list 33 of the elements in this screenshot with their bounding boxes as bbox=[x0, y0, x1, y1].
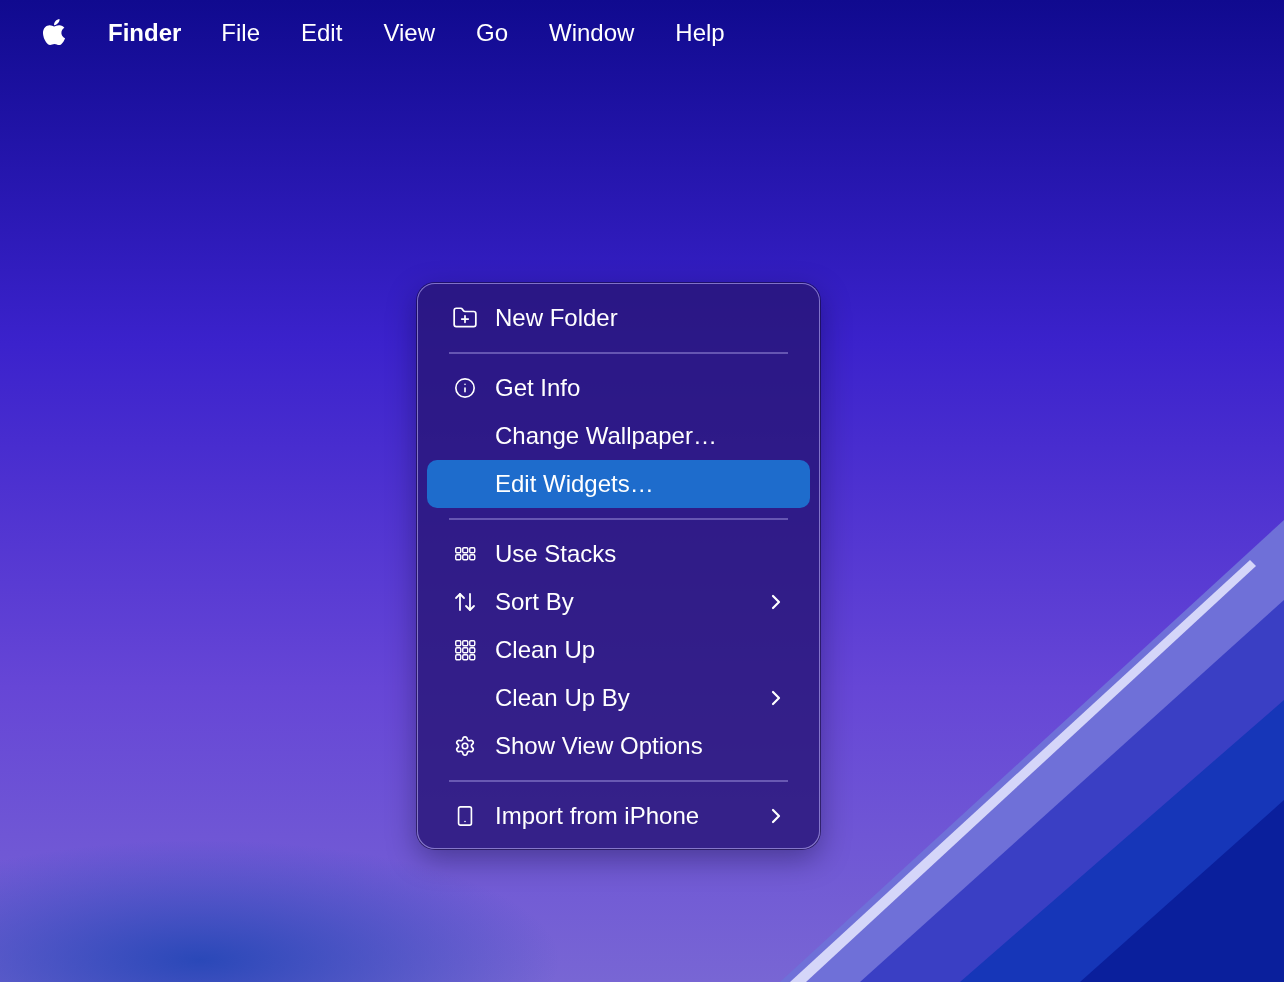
menu-item[interactable]: Use Stacks bbox=[427, 530, 810, 578]
menu-item-label: Change Wallpaper… bbox=[495, 422, 718, 450]
menu-item[interactable]: New Folder bbox=[427, 294, 810, 342]
stacks-icon bbox=[454, 547, 476, 561]
menu-item-label: Use Stacks bbox=[495, 540, 618, 568]
menu-item[interactable]: Sort By bbox=[427, 578, 810, 626]
menu-item[interactable]: Get Info bbox=[427, 364, 810, 412]
menu-item-label: Sort By bbox=[495, 588, 575, 616]
menu-item-label: Clean Up bbox=[495, 636, 597, 664]
menu-item-label: Show View Options bbox=[495, 732, 704, 760]
menu-item[interactable]: Import from iPhone bbox=[427, 792, 810, 840]
menu-item-label: Import from iPhone bbox=[495, 802, 701, 830]
menu-bar-item[interactable]: Window bbox=[549, 19, 635, 47]
menu-item-label: Edit Widgets… bbox=[495, 470, 655, 498]
menu-bar-item[interactable]: Help bbox=[675, 19, 725, 47]
grid-icon bbox=[454, 639, 476, 661]
sort-arrows-icon bbox=[453, 590, 477, 614]
menu-item[interactable]: Clean Up By bbox=[427, 674, 810, 722]
menu-item[interactable]: Show View Options bbox=[427, 722, 810, 770]
menu-item-label: Get Info bbox=[495, 374, 582, 402]
app-menu[interactable]: Finder bbox=[108, 19, 182, 47]
menu-item-label: New Folder bbox=[495, 304, 619, 332]
menu-item[interactable]: Clean Up bbox=[427, 626, 810, 674]
settings-icon bbox=[454, 735, 476, 757]
menu-bar-item[interactable]: Edit bbox=[301, 19, 343, 47]
menu-item-label: Clean Up By bbox=[495, 684, 631, 712]
menu-item[interactable]: Edit Widgets… bbox=[427, 460, 810, 508]
menu-bar-item[interactable]: Go bbox=[475, 19, 508, 47]
folder-plus-icon bbox=[452, 305, 478, 331]
info-icon bbox=[454, 377, 476, 399]
menu-item[interactable]: Change Wallpaper… bbox=[427, 412, 810, 460]
menu-bar-item[interactable]: File bbox=[221, 19, 260, 47]
menu-bar-item[interactable]: View bbox=[383, 19, 435, 47]
